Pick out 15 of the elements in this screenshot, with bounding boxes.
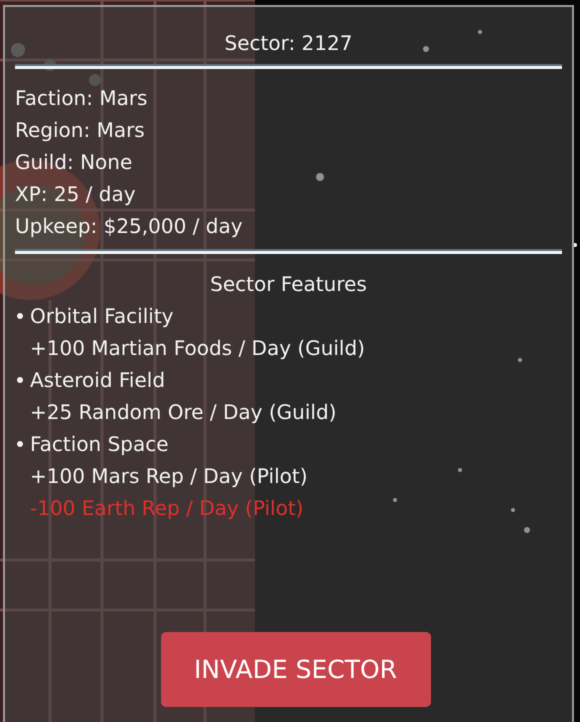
features-heading: Sector Features (210, 271, 367, 298)
feature-effect: -100 Earth Rep / Day (Pilot) (29, 495, 304, 522)
feature-name: Faction Space (30, 431, 169, 458)
feature-name: Orbital Facility (30, 303, 174, 330)
feature-effect: +25 Random Ore / Day (Guild) (29, 399, 338, 426)
sector-title: Sector: 2127 (224, 30, 352, 57)
sector-detail: Guild: None (15, 149, 134, 176)
feature-effect: +100 Martian Foods / Day (Guild) (29, 335, 366, 362)
feature-name: Asteroid Field (30, 367, 166, 394)
feature-effect: +100 Mars Rep / Day (Pilot) (29, 463, 309, 490)
sector-detail: XP: 25 / day (15, 181, 137, 208)
sector-detail: Faction: Mars (15, 85, 148, 112)
sector-detail: Upkeep: $25,000 / day (15, 213, 244, 240)
invade-button[interactable]: INVADE SECTOR (160, 632, 430, 707)
sector-detail: Region: Mars (15, 117, 146, 144)
